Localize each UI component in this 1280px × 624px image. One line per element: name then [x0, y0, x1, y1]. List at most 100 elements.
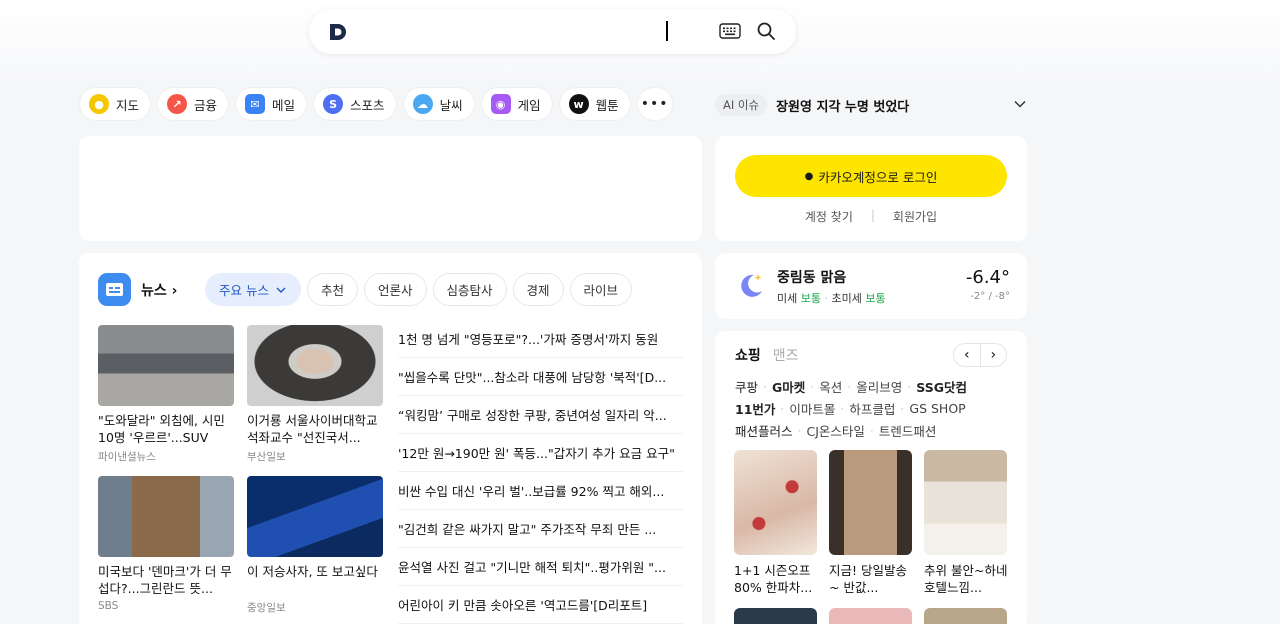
tab-investigative[interactable]: 심층탐사	[432, 273, 507, 306]
shop-link[interactable]: 11번가	[735, 399, 775, 418]
shop-link[interactable]: 올리브영	[856, 377, 902, 396]
news-card[interactable]: "도와달라" 외침에, 시민 10명 '우르르'...SUV 번... 파이낸셜…	[98, 325, 234, 464]
chevron-down-icon[interactable]	[1013, 97, 1027, 111]
chevron-right-icon: ›	[171, 283, 178, 299]
weather-widget[interactable]: 중림동 맑음 미세 보통 · 초미세 보통 -6.4° -2° / -8°	[715, 253, 1027, 319]
headline-item[interactable]: '12만 원→190만 원' 폭등..."갑자기 추가 요금 요구"	[398, 434, 684, 472]
find-account-link[interactable]: 계정 찾기	[805, 208, 853, 225]
tab-shopping[interactable]: 쇼핑	[735, 345, 761, 365]
signup-link[interactable]: 회원가입	[893, 208, 937, 225]
shop-link[interactable]: SSG닷컴	[916, 377, 967, 396]
news-thumbnail[interactable]	[98, 476, 234, 557]
news-tabs: 주요 뉴스 추천 언론사 심층탐사 경제 라이브	[205, 273, 633, 306]
tab-mens[interactable]: 맨즈	[773, 345, 799, 365]
login-label: 카카오계정으로 로그인	[818, 169, 938, 185]
service-label: 지도	[116, 97, 140, 113]
product-image[interactable]	[829, 450, 912, 555]
news-card-source[interactable]: 파이낸셜뉴스	[98, 449, 234, 464]
news-title-text: 뉴스	[141, 283, 167, 299]
headline-item[interactable]: “워킹맘’ 구매로 성장한 쿠팡, 중년여성 일자리 악...	[398, 396, 684, 434]
service-mail[interactable]: ✉ 메일	[235, 87, 308, 121]
tab-economy[interactable]: 경제	[512, 273, 564, 306]
tab-live[interactable]: 라이브	[569, 273, 633, 306]
news-card[interactable]: 이 저승사자, 또 보고싶다 중앙일보	[247, 476, 383, 615]
map-pin-icon: ●	[89, 94, 109, 114]
news-thumbnail[interactable]	[98, 325, 234, 406]
keyboard-icon[interactable]	[719, 23, 741, 39]
news-title[interactable]: 뉴스 ›	[141, 280, 177, 300]
news-thumbnail[interactable]	[247, 476, 383, 557]
ad-banner	[79, 136, 702, 241]
product-card[interactable]: 추위 불안~하네 호텔느낌...	[924, 450, 1008, 596]
ai-issue-text[interactable]: 장원영 지각 누명 벗었다	[776, 96, 909, 115]
product-title[interactable]: 지금! 당일발송~ 반값...	[829, 562, 913, 596]
news-thumbnail[interactable]	[247, 325, 383, 406]
chevron-right-icon[interactable]: ›	[979, 344, 1007, 366]
shop-link[interactable]: CJ온스타일	[807, 421, 865, 440]
news-card-source[interactable]: 부산일보	[247, 449, 383, 464]
shop-links-row-3: 패션플러스 · CJ온스타일 · 트렌드패션	[735, 421, 937, 440]
ultra-dust-value: 보통	[865, 292, 886, 305]
search-icon[interactable]	[756, 21, 776, 41]
dot-separator: ·	[824, 292, 829, 305]
service-map[interactable]: ● 지도	[79, 87, 152, 121]
temperature-range: -2° / -8°	[970, 291, 1010, 302]
product-image[interactable]	[924, 608, 1007, 624]
fine-dust-label: 미세	[777, 292, 798, 305]
login-panel: ● 카카오계정으로 로그인 계정 찾기 | 회원가입	[715, 136, 1027, 241]
shop-link[interactable]: G마켓	[772, 377, 805, 396]
service-webtoon[interactable]: w 웹툰	[558, 87, 631, 121]
headline-item[interactable]: 어린아이 키 만큼 솟아오른 '역고드름'[D리포트]	[398, 586, 684, 624]
news-card-source[interactable]: SBS	[98, 600, 234, 612]
tab-press[interactable]: 언론사	[364, 273, 427, 306]
mail-icon: ✉	[245, 94, 266, 114]
news-card-title[interactable]: 미국보다 '덴마크'가 더 무섭다?...그린란드 뜻...	[98, 563, 234, 597]
service-sports[interactable]: S 스포츠	[313, 87, 397, 121]
product-image[interactable]	[734, 608, 817, 624]
tab-recommended[interactable]: 추천	[306, 273, 358, 306]
ai-issue-bar[interactable]: AI 이슈 장원영 지각 누명 벗었다	[715, 92, 1027, 118]
daum-logo-icon[interactable]	[328, 22, 348, 42]
service-weather[interactable]: ☁ 날씨	[402, 87, 475, 121]
more-dots-icon: •••	[640, 96, 669, 112]
current-temperature: -6.4°	[965, 267, 1010, 288]
shop-link[interactable]: 패션플러스	[735, 421, 793, 440]
news-card-title[interactable]: "도와달라" 외침에, 시민 10명 '우르르'...SUV 번...	[98, 412, 234, 446]
product-title[interactable]: 1+1 시즌오프 80% 한파차...	[734, 562, 818, 596]
weather-location: 중림동 맑음	[777, 270, 847, 286]
service-label: 금융	[194, 97, 218, 113]
news-card-title[interactable]: 이거룡 서울사이버대학교 석좌교수 "선진국서...	[247, 412, 383, 446]
news-card-title[interactable]: 이 저승사자, 또 보고싶다	[247, 563, 383, 597]
headline-item[interactable]: 비싼 수입 대신 '우리 벌'..보급률 92% 찍고 해외...	[398, 472, 684, 510]
product-title[interactable]: 추위 불안~하네 호텔느낌...	[924, 562, 1008, 596]
kakao-login-button[interactable]: ● 카카오계정으로 로그인	[735, 155, 1007, 197]
shop-link[interactable]: 이마트몰	[789, 399, 835, 418]
service-label: 웹툰	[595, 97, 619, 113]
moon-icon	[741, 274, 762, 297]
product-card[interactable]: 1+1 시즌오프 80% 한파차...	[734, 450, 818, 596]
news-card[interactable]: 이거룡 서울사이버대학교 석좌교수 "선진국서... 부산일보	[247, 325, 383, 464]
product-image[interactable]	[829, 608, 912, 624]
service-finance[interactable]: ↗ 금융	[157, 87, 230, 121]
shop-link[interactable]: 옥션	[819, 377, 842, 396]
shop-link[interactable]: 쿠팡	[735, 377, 758, 396]
weather-icon: ☁	[412, 94, 433, 114]
chevron-left-icon[interactable]: ‹	[954, 344, 980, 366]
product-image[interactable]	[924, 450, 1007, 555]
headline-item[interactable]: "김건희 같은 싸가지 말고" 주가조작 무죄 만든 ...	[398, 510, 684, 548]
news-card-source[interactable]: 중앙일보	[247, 600, 383, 615]
service-label: 메일	[272, 97, 296, 113]
tab-main-news[interactable]: 주요 뉴스	[205, 273, 301, 306]
search-input[interactable]	[367, 17, 707, 45]
shop-link[interactable]: GS SHOP	[909, 401, 965, 416]
product-image[interactable]	[734, 450, 817, 555]
headline-item[interactable]: 1천 명 넘게 "영등포로"?...'가짜 증명서'까지 동원	[398, 320, 684, 358]
product-card[interactable]: 지금! 당일발송~ 반값...	[829, 450, 913, 596]
more-services-button[interactable]: •••	[636, 87, 673, 121]
service-game[interactable]: ◉ 게임	[480, 87, 553, 121]
news-card[interactable]: 미국보다 '덴마크'가 더 무섭다?...그린란드 뜻... SBS	[98, 476, 234, 612]
shop-link[interactable]: 하프클럽	[849, 399, 895, 418]
headline-item[interactable]: 윤석열 사진 걸고 "기니만 해적 퇴치"..평가위원 "...	[398, 548, 684, 586]
shop-link[interactable]: 트렌드패션	[879, 421, 937, 440]
headline-item[interactable]: "씹을수록 단맛"...참소라 대풍에 남당항 '북적'[D...	[398, 358, 684, 396]
